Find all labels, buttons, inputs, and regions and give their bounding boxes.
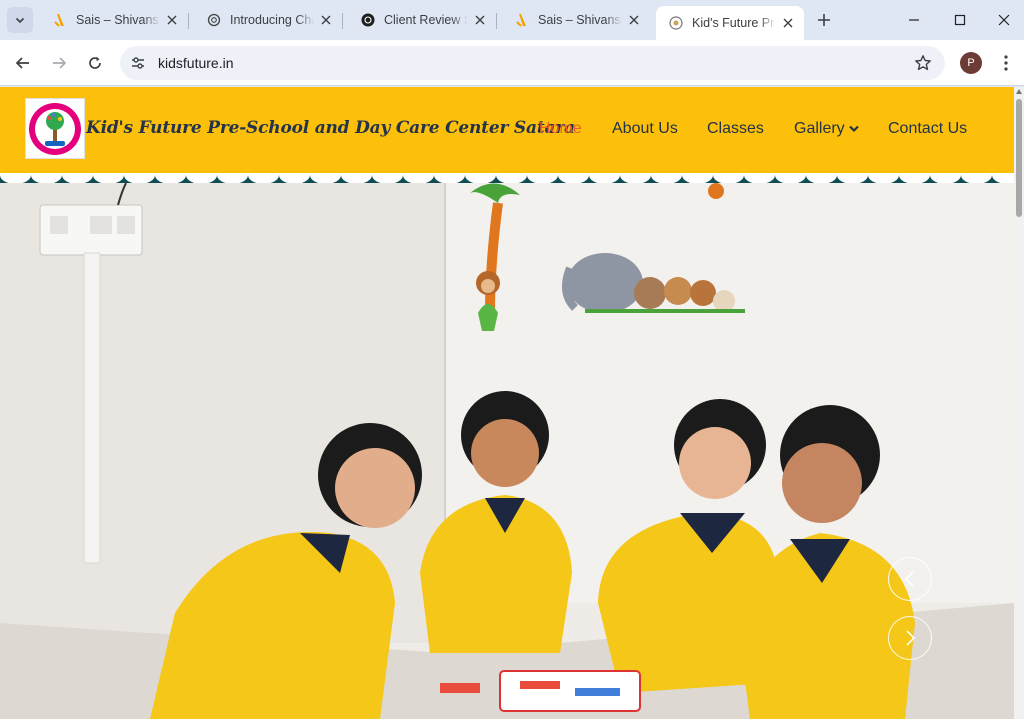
close-icon xyxy=(998,14,1009,26)
nav-contact-us[interactable]: Contact Us xyxy=(888,120,967,138)
nav-home[interactable]: Home xyxy=(539,120,582,138)
browser-toolbar: kidsfuture.in P xyxy=(0,40,1024,86)
school-name[interactable]: Kid's Future Pre-School and Day Care Cen… xyxy=(86,118,575,138)
carousel-prev-button[interactable] xyxy=(888,557,932,601)
back-button[interactable] xyxy=(9,49,37,77)
minimize-icon xyxy=(909,19,919,21)
close-icon[interactable] xyxy=(472,12,488,28)
tab-title: Introducing ChatGPT xyxy=(230,13,314,27)
chevron-down-icon xyxy=(848,120,859,138)
tab-title: Kid's Future Pre-School xyxy=(692,16,776,30)
plus-icon xyxy=(818,14,830,26)
tab-4[interactable]: Sais – Shivansh xyxy=(502,6,650,34)
profile-avatar[interactable]: P xyxy=(960,52,982,74)
tab-3[interactable]: Client Review Summary xyxy=(348,6,497,34)
carousel-next-button[interactable] xyxy=(888,616,932,660)
scrollbar-thumb[interactable] xyxy=(1016,99,1022,217)
close-window-button[interactable] xyxy=(983,0,1024,40)
tab-title: Sais – Shivansh xyxy=(76,13,160,27)
forward-button[interactable] xyxy=(45,49,73,77)
nav-classes[interactable]: Classes xyxy=(707,120,764,138)
tab-search-button[interactable] xyxy=(7,7,33,33)
reload-icon xyxy=(89,56,101,69)
chevron-right-icon xyxy=(906,630,916,646)
maximize-icon xyxy=(954,14,966,26)
close-icon[interactable] xyxy=(318,12,334,28)
nav-gallery-label: Gallery xyxy=(794,120,845,138)
sais-icon xyxy=(52,12,68,28)
hero-carousel xyxy=(0,183,1014,719)
address-bar[interactable]: kidsfuture.in xyxy=(120,46,945,80)
maximize-button[interactable] xyxy=(937,0,983,40)
openai-icon xyxy=(360,12,376,28)
page-scrollbar[interactable] xyxy=(1014,87,1024,719)
arrow-left-icon xyxy=(15,57,29,69)
page-viewport: Kid's Future Pre-School and Day Care Cen… xyxy=(0,87,1014,719)
openai-icon xyxy=(206,12,222,28)
url-text: kidsfuture.in xyxy=(158,55,234,71)
chevron-down-icon xyxy=(15,17,25,24)
minimize-button[interactable] xyxy=(891,0,937,40)
nav-gallery[interactable]: Gallery xyxy=(794,120,859,138)
close-icon[interactable] xyxy=(780,15,796,31)
new-tab-button[interactable] xyxy=(813,9,835,31)
site-info-icon[interactable] xyxy=(123,48,153,78)
arrow-right-icon xyxy=(53,57,67,69)
tab-1[interactable]: Sais – Shivansh xyxy=(40,6,189,34)
site-header: Kid's Future Pre-School and Day Care Cen… xyxy=(0,87,1014,173)
chevron-left-icon xyxy=(904,571,914,587)
school-logo[interactable] xyxy=(25,98,85,159)
reload-button[interactable] xyxy=(81,49,109,77)
scroll-up-icon[interactable] xyxy=(1016,89,1022,94)
close-icon[interactable] xyxy=(626,12,642,28)
tab-title: Client Review Summary xyxy=(384,13,468,27)
sais-icon xyxy=(514,12,530,28)
tab-strip: Sais – Shivansh Introducing ChatGPT Clie… xyxy=(0,0,1024,40)
more-menu-icon[interactable] xyxy=(995,52,1017,74)
globe-icon xyxy=(668,15,684,31)
tab-2[interactable]: Introducing ChatGPT xyxy=(194,6,343,34)
bookmark-star-icon[interactable] xyxy=(913,53,933,73)
close-icon[interactable] xyxy=(164,12,180,28)
hero-image xyxy=(0,183,1014,719)
tab-5-active[interactable]: Kid's Future Pre-School xyxy=(656,6,804,40)
nav-about-us[interactable]: About Us xyxy=(612,120,678,138)
scallop-divider xyxy=(0,173,1014,183)
tab-title: Sais – Shivansh xyxy=(538,13,622,27)
